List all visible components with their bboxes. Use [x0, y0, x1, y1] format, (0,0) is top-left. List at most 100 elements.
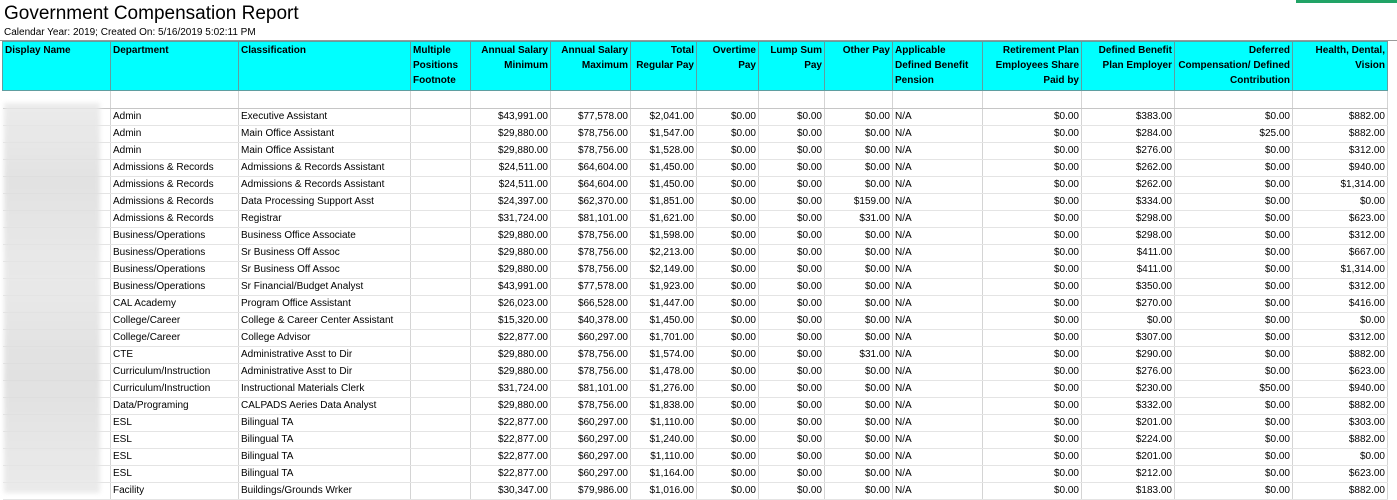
table-cell[interactable]: $43,991.00: [470, 278, 551, 296]
table-cell[interactable]: $2,041.00: [630, 108, 697, 126]
table-cell[interactable]: $0.00: [824, 312, 893, 330]
table-cell[interactable]: $0.00: [758, 380, 825, 398]
blank-cell[interactable]: [1292, 90, 1388, 109]
table-cell[interactable]: [410, 210, 471, 228]
table-cell[interactable]: $1,621.00: [630, 210, 697, 228]
blank-cell[interactable]: [758, 90, 825, 109]
table-cell[interactable]: $0.00: [982, 176, 1082, 194]
table-cell[interactable]: $667.00: [1292, 244, 1388, 262]
table-cell[interactable]: [410, 159, 471, 177]
table-cell[interactable]: $0.00: [758, 465, 825, 483]
table-cell[interactable]: [410, 125, 471, 143]
table-cell[interactable]: $0.00: [696, 380, 759, 398]
table-cell[interactable]: $1,923.00: [630, 278, 697, 296]
table-cell[interactable]: $303.00: [1292, 414, 1388, 432]
table-cell[interactable]: $0.00: [982, 414, 1082, 432]
table-cell[interactable]: $0.00: [696, 346, 759, 364]
table-cell[interactable]: $1,110.00: [630, 414, 697, 432]
table-cell[interactable]: $78,756.00: [550, 397, 631, 415]
table-cell[interactable]: $25.00: [1174, 125, 1293, 143]
table-cell[interactable]: $29,880.00: [470, 261, 551, 279]
table-cell[interactable]: $298.00: [1081, 227, 1175, 245]
table-cell[interactable]: N/A: [892, 193, 983, 211]
header-cell[interactable]: Lump Sum Pay: [758, 41, 825, 91]
table-cell[interactable]: $1,240.00: [630, 431, 697, 449]
header-cell[interactable]: Other Pay: [824, 41, 893, 91]
table-cell[interactable]: Sr Business Off Assoc: [238, 244, 411, 262]
table-cell[interactable]: $0.00: [982, 278, 1082, 296]
table-cell[interactable]: N/A: [892, 397, 983, 415]
table-cell[interactable]: Buildings/Grounds Wrker: [238, 482, 411, 500]
table-cell[interactable]: $64,604.00: [550, 176, 631, 194]
table-cell[interactable]: $882.00: [1292, 108, 1388, 126]
blank-cell[interactable]: [410, 90, 471, 109]
table-cell[interactable]: N/A: [892, 431, 983, 449]
table-cell[interactable]: $0.00: [1174, 363, 1293, 381]
table-cell[interactable]: $15,320.00: [470, 312, 551, 330]
table-cell[interactable]: $1,450.00: [630, 312, 697, 330]
table-cell[interactable]: $0.00: [758, 397, 825, 415]
table-cell[interactable]: Sr Business Off Assoc: [238, 261, 411, 279]
table-cell[interactable]: N/A: [892, 244, 983, 262]
table-cell[interactable]: $29,880.00: [470, 227, 551, 245]
table-cell[interactable]: $0.00: [696, 108, 759, 126]
table-cell[interactable]: N/A: [892, 159, 983, 177]
table-cell[interactable]: $0.00: [758, 142, 825, 160]
table-cell[interactable]: [410, 227, 471, 245]
table-cell[interactable]: $31.00: [824, 346, 893, 364]
table-cell[interactable]: $0.00: [758, 448, 825, 466]
table-cell[interactable]: Admissions & Records Assistant: [238, 159, 411, 177]
table-cell[interactable]: $60,297.00: [550, 465, 631, 483]
table-cell[interactable]: $0.00: [1174, 210, 1293, 228]
table-cell[interactable]: $0.00: [758, 159, 825, 177]
table-cell[interactable]: $0.00: [982, 227, 1082, 245]
table-cell[interactable]: $0.00: [982, 448, 1082, 466]
table-cell[interactable]: $201.00: [1081, 448, 1175, 466]
table-cell[interactable]: $312.00: [1292, 227, 1388, 245]
table-cell[interactable]: $22,877.00: [470, 414, 551, 432]
table-cell[interactable]: [410, 176, 471, 194]
table-cell[interactable]: $0.00: [1174, 312, 1293, 330]
blank-cell[interactable]: [550, 90, 631, 109]
table-cell[interactable]: ESL: [110, 414, 239, 432]
table-cell[interactable]: $0.00: [824, 448, 893, 466]
table-cell[interactable]: $1,314.00: [1292, 261, 1388, 279]
table-cell[interactable]: $60,297.00: [550, 448, 631, 466]
table-cell[interactable]: $0.00: [758, 125, 825, 143]
table-cell[interactable]: $29,880.00: [470, 363, 551, 381]
table-cell[interactable]: $66,528.00: [550, 295, 631, 313]
table-cell[interactable]: N/A: [892, 312, 983, 330]
table-cell[interactable]: [410, 312, 471, 330]
table-cell[interactable]: $22,877.00: [470, 448, 551, 466]
blank-cell[interactable]: [110, 90, 239, 109]
header-cell[interactable]: Annual Salary Minimum: [470, 41, 551, 91]
table-cell[interactable]: CTE: [110, 346, 239, 364]
table-cell[interactable]: $224.00: [1081, 431, 1175, 449]
table-cell[interactable]: $0.00: [824, 244, 893, 262]
table-cell[interactable]: $0.00: [758, 210, 825, 228]
table-cell[interactable]: Business/Operations: [110, 278, 239, 296]
table-cell[interactable]: $77,578.00: [550, 108, 631, 126]
table-cell[interactable]: Bilingual TA: [238, 465, 411, 483]
table-cell[interactable]: $0.00: [982, 346, 1082, 364]
table-cell[interactable]: N/A: [892, 142, 983, 160]
table-cell[interactable]: $43,991.00: [470, 108, 551, 126]
table-cell[interactable]: $0.00: [982, 159, 1082, 177]
table-cell[interactable]: $0.00: [982, 142, 1082, 160]
table-cell[interactable]: $882.00: [1292, 397, 1388, 415]
table-cell[interactable]: $0.00: [696, 142, 759, 160]
table-cell[interactable]: [410, 108, 471, 126]
table-cell[interactable]: CAL Academy: [110, 295, 239, 313]
table-cell[interactable]: $2,213.00: [630, 244, 697, 262]
table-cell[interactable]: $0.00: [982, 363, 1082, 381]
table-cell[interactable]: $882.00: [1292, 482, 1388, 500]
table-cell[interactable]: N/A: [892, 278, 983, 296]
table-cell[interactable]: $1,851.00: [630, 193, 697, 211]
table-cell[interactable]: $0.00: [758, 261, 825, 279]
header-cell[interactable]: Multiple Positions Footnote: [410, 41, 471, 91]
table-cell[interactable]: $26,023.00: [470, 295, 551, 313]
table-cell[interactable]: $0.00: [758, 431, 825, 449]
table-cell[interactable]: $0.00: [758, 414, 825, 432]
table-cell[interactable]: [410, 142, 471, 160]
table-cell[interactable]: CALPADS Aeries Data Analyst: [238, 397, 411, 415]
